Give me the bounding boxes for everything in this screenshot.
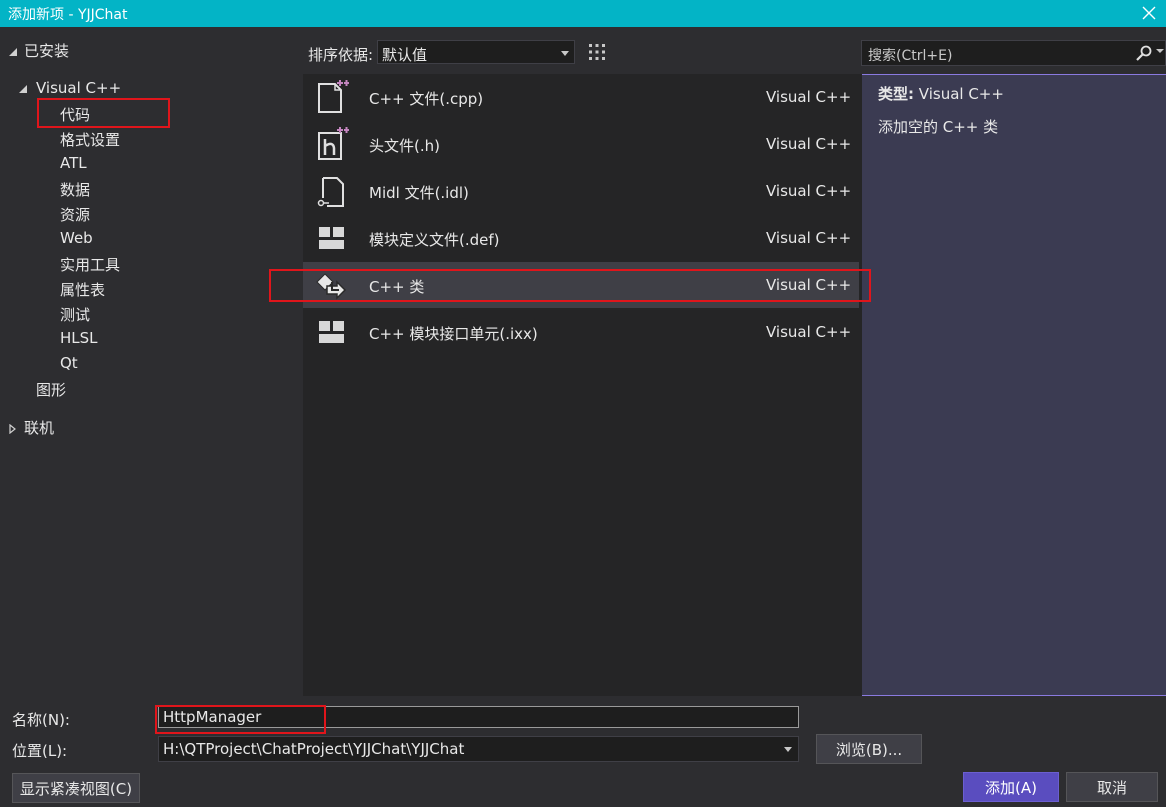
close-button[interactable] (1138, 1, 1160, 25)
module-def-icon (319, 227, 344, 249)
category-tree: 已安装 Visual C++ 代码 格式设置 ATL 数据 资源 Web 实用工… (0, 30, 300, 700)
module-interface-icon (319, 321, 344, 343)
details-type-label: 类型: (878, 85, 914, 103)
details-type: 类型: Visual C++ (878, 83, 1158, 104)
list-item-header-file[interactable]: 头文件(.h) Visual C++ (303, 121, 859, 167)
location-label: 位置(L): (12, 742, 68, 760)
add-button[interactable]: 添加(A) (963, 772, 1059, 802)
tree-item-hlsl[interactable]: HLSL (60, 329, 98, 347)
template-name: C++ 模块接口单元(.ixx) (369, 325, 538, 343)
tree-node-visual-cpp[interactable]: Visual C++ (18, 79, 121, 97)
expanded-arrow-icon (19, 84, 27, 93)
tree-label-installed: 已安装 (24, 42, 70, 60)
tree-item-utility[interactable]: 实用工具 (60, 254, 120, 275)
grid-view-icon (589, 44, 605, 60)
template-name: Midl 文件(.idl) (369, 184, 469, 202)
template-language: Visual C++ (766, 182, 852, 200)
name-label: 名称(N): (12, 711, 70, 729)
template-language: Visual C++ (766, 229, 852, 247)
tree-item-data[interactable]: 数据 (60, 179, 90, 200)
collapsed-arrow-icon (9, 423, 16, 434)
details-panel: 类型: Visual C++ 添加空的 C++ 类 (878, 83, 1158, 137)
browse-button[interactable]: 浏览(B)... (816, 734, 922, 764)
sort-value: 默认值 (382, 46, 428, 64)
close-icon (1142, 6, 1156, 20)
template-name: C++ 文件(.cpp) (369, 90, 484, 108)
search-input[interactable]: 搜索(Ctrl+E) (861, 40, 1166, 66)
compact-view-button[interactable]: 显示紧凑视图(C) (12, 773, 140, 803)
template-language: Visual C++ (766, 323, 852, 341)
header-file-icon (318, 127, 349, 160)
template-language: Visual C++ (766, 88, 852, 106)
cpp-file-icon (318, 80, 349, 113)
sort-dropdown[interactable]: 默认值 (377, 40, 575, 64)
template-name: 模块定义文件(.def) (369, 231, 500, 249)
tree-label-visual-cpp: Visual C++ (36, 79, 122, 97)
details-type-value: Visual C++ (918, 85, 1004, 103)
tree-item-graphics[interactable]: 图形 (36, 379, 66, 400)
list-item-cpp-file[interactable]: C++ 文件(.cpp) Visual C++ (303, 74, 859, 120)
window-title: 添加新项 - YJJChat (8, 7, 128, 23)
tree-node-online[interactable]: 联机 (8, 417, 54, 438)
search-placeholder: 搜索(Ctrl+E) (868, 48, 953, 64)
chevron-down-icon (561, 51, 569, 56)
template-name: 头文件(.h) (369, 137, 440, 155)
tree-node-installed[interactable]: 已安装 (8, 40, 69, 61)
dropdown-arrow-icon[interactable] (1156, 47, 1164, 55)
grid-view-button[interactable] (585, 40, 609, 64)
highlight-box-name (155, 705, 326, 734)
list-item-module-interface[interactable]: C++ 模块接口单元(.ixx) Visual C++ (303, 309, 859, 355)
tree-item-property-sheet[interactable]: 属性表 (60, 279, 105, 300)
template-language: Visual C++ (766, 135, 852, 153)
template-list: C++ 文件(.cpp) Visual C++ 头文件(.h) Visual C… (303, 74, 862, 696)
midl-file-icon (317, 177, 344, 207)
tree-item-web[interactable]: Web (60, 229, 93, 247)
search-icon[interactable] (1135, 44, 1153, 66)
highlight-box-code (37, 98, 170, 128)
tree-item-test[interactable]: 测试 (60, 304, 90, 325)
tree-item-qt[interactable]: Qt (60, 354, 78, 372)
sort-label: 排序依据: (308, 46, 374, 64)
chevron-down-icon (784, 747, 792, 752)
cancel-button[interactable]: 取消 (1066, 772, 1158, 802)
location-dropdown[interactable]: H:\QTProject\ChatProject\YJJChat\YJJChat (158, 736, 799, 762)
title-bar: 添加新项 - YJJChat (0, 0, 1166, 27)
list-item-midl-file[interactable]: Midl 文件(.idl) Visual C++ (303, 168, 859, 214)
tree-item-resource[interactable]: 资源 (60, 204, 90, 225)
expanded-arrow-icon (9, 47, 17, 56)
list-item-module-def[interactable]: 模块定义文件(.def) Visual C++ (303, 215, 859, 261)
details-description: 添加空的 C++ 类 (878, 118, 999, 136)
highlight-box-cpp-class (269, 269, 871, 302)
tree-item-formatting[interactable]: 格式设置 (60, 129, 120, 150)
tree-label-online: 联机 (24, 419, 55, 437)
location-value: H:\QTProject\ChatProject\YJJChat\YJJChat (163, 740, 465, 758)
tree-item-atl[interactable]: ATL (60, 154, 87, 172)
